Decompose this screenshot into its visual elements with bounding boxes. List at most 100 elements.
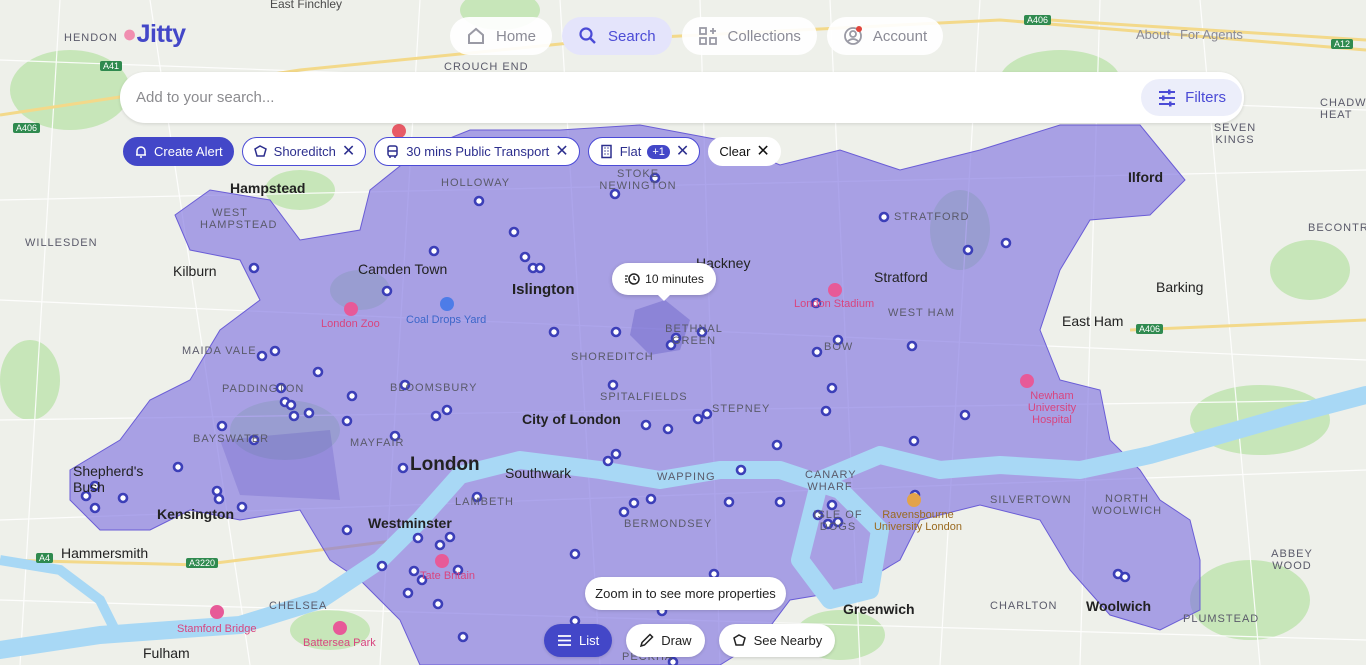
nav-account-label: Account bbox=[872, 27, 928, 45]
map-label: BECONTR bbox=[1308, 222, 1366, 234]
map-label: WAPPING bbox=[657, 471, 716, 483]
map-label: East Finchley bbox=[270, 0, 343, 11]
for-agents-link[interactable]: For Agents bbox=[1180, 27, 1243, 42]
map-label: London Zoo bbox=[321, 318, 380, 330]
map-label: NORTH WOOLWICH bbox=[1092, 493, 1163, 517]
map-label: Southwark bbox=[505, 465, 572, 481]
map-label: Battersea Park bbox=[303, 637, 376, 649]
filters-button[interactable]: Filters bbox=[1141, 79, 1242, 116]
property-type-chip[interactable]: Flat +1 ✕ bbox=[587, 137, 701, 166]
area-icon bbox=[732, 634, 746, 646]
clear-label: Clear bbox=[719, 144, 751, 159]
pencil-icon bbox=[640, 633, 654, 648]
top-nav: Home Search Collections Account bbox=[450, 17, 944, 55]
remove-property-type-icon[interactable]: ✕ bbox=[676, 143, 689, 160]
road-shield: A4 bbox=[36, 553, 54, 563]
search-input[interactable] bbox=[134, 88, 1038, 107]
map-label: BERMONDSEY bbox=[624, 518, 713, 530]
map-label: STRATFORD bbox=[894, 211, 970, 223]
map-label: MAYFAIR bbox=[350, 437, 405, 449]
road-shield: A12 bbox=[1331, 39, 1354, 49]
map-label: WEST HAMPSTEAD bbox=[200, 207, 278, 231]
map-label: Shepherd's Bush bbox=[73, 463, 144, 495]
collections-icon bbox=[698, 27, 717, 45]
map-label: PADDINGTON bbox=[222, 383, 305, 395]
commute-chip[interactable]: 30 mins Public Transport ✕ bbox=[374, 137, 580, 166]
remove-location-icon[interactable]: ✕ bbox=[342, 143, 355, 160]
nav-search[interactable]: Search bbox=[562, 17, 672, 55]
draw-button[interactable]: Draw bbox=[626, 624, 705, 657]
sliders-icon bbox=[1159, 89, 1176, 106]
clear-button[interactable]: Clear ✕ bbox=[708, 137, 781, 166]
map-label: Kensington bbox=[157, 506, 234, 522]
nav-collections[interactable]: Collections bbox=[681, 17, 817, 55]
commute-chip-label: 30 mins Public Transport bbox=[406, 144, 550, 159]
map-label: Coal Drops Yard bbox=[406, 314, 487, 326]
map-label: Stamford Bridge bbox=[177, 623, 257, 635]
about-link[interactable]: About bbox=[1136, 27, 1170, 42]
more-count-badge: +1 bbox=[647, 144, 670, 159]
bell-icon bbox=[136, 145, 146, 158]
map-label: BAYSWATER bbox=[193, 433, 270, 445]
map-label: BETHNAL GREEN bbox=[665, 323, 723, 347]
map-label: Stratford bbox=[874, 269, 928, 285]
map-label: Greenwich bbox=[843, 601, 915, 617]
map-label: SILVERTOWN bbox=[990, 494, 1072, 506]
remove-commute-icon[interactable]: ✕ bbox=[555, 143, 568, 160]
map-label: City of London bbox=[522, 411, 621, 427]
map-label: ABBEY WOOD bbox=[1271, 548, 1313, 572]
account-icon bbox=[844, 26, 862, 45]
map-label: MAIDA VALE bbox=[182, 345, 257, 357]
map-actions: List Draw See Nearby bbox=[544, 624, 836, 657]
see-nearby-button[interactable]: See Nearby bbox=[718, 624, 836, 657]
map-label: CHADW HEAT bbox=[1320, 97, 1366, 121]
map-label: Fulham bbox=[143, 645, 190, 661]
map-label: LAMBETH bbox=[455, 496, 514, 508]
nav-search-label: Search bbox=[608, 27, 656, 45]
clock-icon bbox=[625, 273, 640, 285]
bus-icon bbox=[387, 145, 398, 158]
map-label: Westminster bbox=[368, 515, 452, 531]
create-alert-button[interactable]: Create Alert bbox=[123, 137, 234, 166]
map-label: Islington bbox=[512, 281, 575, 298]
nav-account[interactable]: Account bbox=[826, 17, 944, 55]
list-button[interactable]: List bbox=[544, 624, 613, 657]
logo-text: Jitty bbox=[136, 20, 186, 48]
tooltip-text: 10 minutes bbox=[645, 272, 704, 286]
map-label: PLUMSTEAD bbox=[1183, 613, 1260, 625]
nav-collections-label: Collections bbox=[727, 27, 801, 45]
draw-label: Draw bbox=[661, 633, 692, 648]
list-label: List bbox=[579, 633, 600, 648]
map-label: Tate Britain bbox=[420, 570, 476, 582]
logo[interactable]: ●Jitty bbox=[122, 20, 186, 49]
search-bar: Filters bbox=[120, 72, 1244, 123]
map-label: Hampstead bbox=[230, 180, 306, 196]
building-icon bbox=[600, 144, 612, 159]
road-shield: A406 bbox=[1136, 324, 1164, 334]
location-chip[interactable]: Shoreditch ✕ bbox=[241, 137, 367, 166]
road-shield: A406 bbox=[13, 123, 41, 133]
search-icon bbox=[579, 27, 596, 44]
road-shield: A3220 bbox=[186, 558, 219, 568]
location-chip-label: Shoreditch bbox=[273, 144, 336, 159]
isochrone-tooltip: 10 minutes bbox=[612, 263, 716, 301]
map-label: CHARLTON bbox=[990, 600, 1058, 612]
map-label: STEPNEY bbox=[712, 403, 771, 415]
list-icon bbox=[558, 635, 571, 646]
home-icon bbox=[468, 27, 484, 44]
map-label: HOLLOWAY bbox=[441, 177, 511, 189]
close-icon: ✕ bbox=[756, 142, 770, 160]
nav-home[interactable]: Home bbox=[450, 17, 553, 55]
create-alert-label: Create Alert bbox=[154, 144, 223, 159]
see-nearby-label: See Nearby bbox=[753, 633, 823, 648]
map-label: SHOREDITCH bbox=[571, 351, 654, 363]
map-label: CHELSEA bbox=[269, 600, 328, 612]
map-label: CANARY WHARF bbox=[805, 469, 857, 493]
map-label: Ilford bbox=[1128, 169, 1163, 185]
filter-chips: Create Alert Shoreditch ✕ 30 mins Public… bbox=[123, 137, 781, 166]
map-label: London bbox=[410, 454, 480, 475]
top-links: About For Agents bbox=[1136, 27, 1243, 42]
property-type-label: Flat bbox=[619, 144, 642, 159]
map-label: East Ham bbox=[1062, 313, 1124, 329]
map-label: ISLE OF DOGS bbox=[813, 509, 863, 533]
